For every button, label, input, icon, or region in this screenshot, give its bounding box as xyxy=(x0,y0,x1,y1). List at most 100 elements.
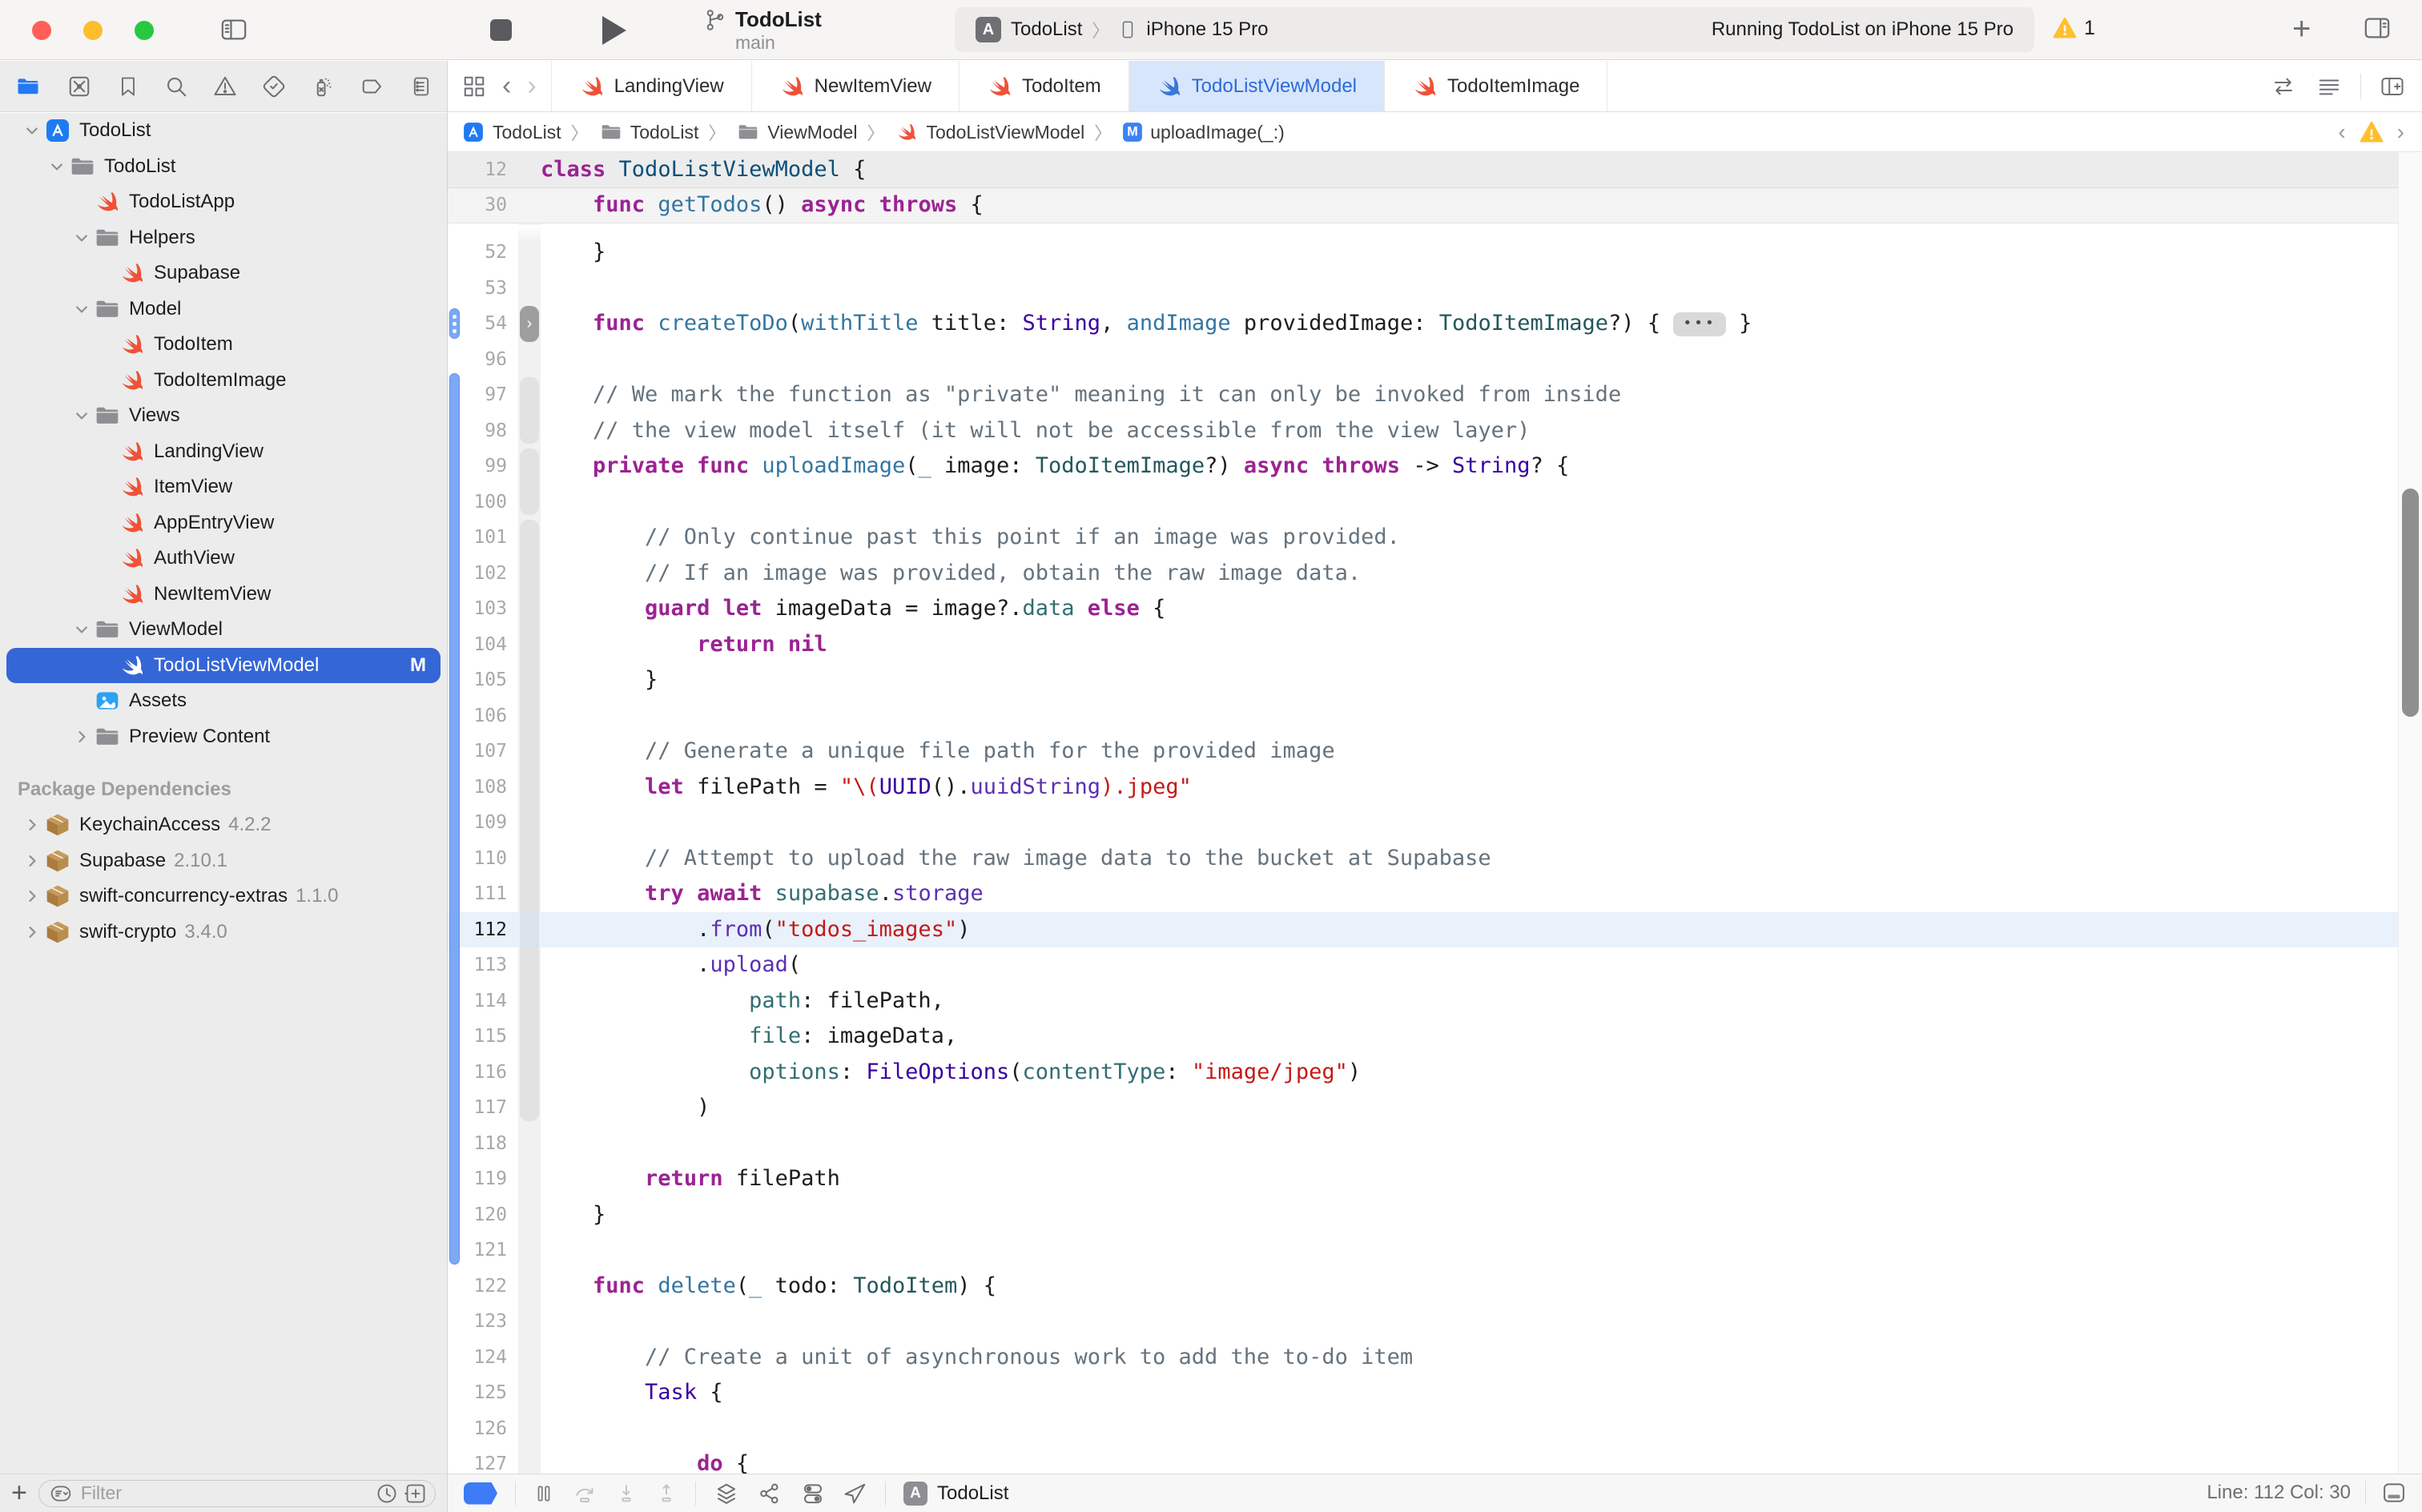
package-item-supabase[interactable]: Supabase 2.10.1 xyxy=(0,843,447,879)
breadcrumb-segment[interactable]: TodoListViewModel xyxy=(894,119,1084,145)
warning-badge[interactable]: 1 xyxy=(2052,16,2095,40)
tab-newitemview[interactable]: NewItemView xyxy=(752,61,960,111)
code-line-100[interactable]: 100 xyxy=(448,485,2398,521)
source-control-summary[interactable]: TodoList main xyxy=(703,6,822,53)
sidebar-item-supabase[interactable]: Supabase xyxy=(0,255,447,292)
code-line-122[interactable]: 122 func delete(_ todo: TodoItem) { xyxy=(448,1269,2398,1305)
scheme-app-name[interactable]: TodoList xyxy=(1011,18,1082,41)
breadcrumb-segment[interactable]: ViewModel xyxy=(735,119,857,145)
sidebar-item-todolistapp[interactable]: TodoListApp xyxy=(0,184,447,220)
disclosure-open-icon[interactable] xyxy=(69,408,94,424)
code-line-102[interactable]: 102 // If an image was provided, obtain … xyxy=(448,556,2398,592)
traffic-light-close[interactable] xyxy=(32,21,51,40)
sidebar-item-viewmodel[interactable]: ViewModel xyxy=(0,612,447,648)
source-control-navigator-icon[interactable] xyxy=(66,74,92,99)
code-line-54[interactable]: 54 func createToDo(withTitle title: Stri… xyxy=(448,306,2398,342)
code-line-112[interactable]: 112 .from("todos_images") xyxy=(448,912,2398,948)
code-line-124[interactable]: 124 // Create a unit of asynchronous wor… xyxy=(448,1340,2398,1376)
code-line-108[interactable]: 108 let filePath = "\(UUID().uuidString)… xyxy=(448,770,2398,806)
add-button[interactable]: + xyxy=(11,1478,27,1509)
package-item-swift-concurrency-extras[interactable]: swift-concurrency-extras 1.1.0 xyxy=(0,879,447,915)
code-line-105[interactable]: 105 } xyxy=(448,662,2398,698)
code-review-icon[interactable] xyxy=(2269,74,2298,99)
bookmarks-navigator-icon[interactable] xyxy=(117,74,139,99)
sidebar-item-newitemview[interactable]: NewItemView xyxy=(0,577,447,613)
source-editor[interactable]: 52 } 53 54 func createToDo(withTitle tit… xyxy=(448,152,2422,1474)
pause-icon[interactable] xyxy=(533,1482,554,1506)
code-line-118[interactable]: 118 xyxy=(448,1126,2398,1162)
code-line-110[interactable]: 110 // Attempt to upload the raw image d… xyxy=(448,841,2398,877)
code-line-104[interactable]: 104 return nil xyxy=(448,627,2398,663)
line-number[interactable]: 123 xyxy=(448,1311,518,1332)
environment-overrides-icon[interactable] xyxy=(800,1482,826,1506)
code-line-103[interactable]: 103 guard let imageData = image?.data el… xyxy=(448,591,2398,627)
package-item-swift-crypto[interactable]: swift-crypto 3.4.0 xyxy=(0,915,447,951)
line-number[interactable]: 127 xyxy=(448,1454,518,1474)
stop-button[interactable] xyxy=(490,19,512,41)
filter-input[interactable]: Filter xyxy=(38,1480,436,1507)
tab-landingview[interactable]: LandingView xyxy=(552,61,752,111)
related-items-icon[interactable] xyxy=(462,74,486,99)
breadcrumb-segment[interactable]: TodoList xyxy=(461,119,561,145)
tests-navigator-icon[interactable] xyxy=(262,74,286,99)
code-line-106[interactable]: 106 xyxy=(448,698,2398,734)
line-number[interactable]: 125 xyxy=(448,1382,518,1403)
disclosure-closed-icon[interactable] xyxy=(19,817,44,833)
line-number[interactable]: 12 xyxy=(448,159,518,180)
inspector-toggle-icon[interactable] xyxy=(2361,14,2393,42)
change-bar[interactable] xyxy=(449,308,460,339)
code-fold-chip[interactable]: ••• xyxy=(1673,312,1726,336)
back-button[interactable]: ‹ xyxy=(502,70,511,102)
line-number[interactable]: 122 xyxy=(448,1276,518,1297)
sidebar-item-todolist[interactable]: TodoList xyxy=(0,149,447,185)
breakpoints-toggle[interactable] xyxy=(464,1482,497,1505)
adjust-editor-icon[interactable] xyxy=(2315,74,2343,99)
sidebar-item-views[interactable]: Views xyxy=(0,398,447,434)
disclosure-closed-icon[interactable] xyxy=(19,888,44,904)
code-line-119[interactable]: 119 return filePath xyxy=(448,1161,2398,1197)
line-number[interactable]: 124 xyxy=(448,1347,518,1368)
code-line-120[interactable]: 120 } xyxy=(448,1197,2398,1233)
editor-scrollbar[interactable] xyxy=(2398,152,2422,1474)
code-line-121[interactable]: 121 xyxy=(448,1233,2398,1269)
sidebar-toggle-icon[interactable] xyxy=(218,16,250,43)
code-line-117[interactable]: 117 ) xyxy=(448,1090,2398,1126)
prev-issue-icon[interactable]: ‹ xyxy=(2338,119,2345,145)
next-issue-icon[interactable]: › xyxy=(2397,119,2404,145)
sidebar-item-todoitemimage[interactable]: TodoItemImage xyxy=(0,363,447,399)
sidebar-item-todoitem[interactable]: TodoItem xyxy=(0,327,447,363)
scrollbar-thumb[interactable] xyxy=(2402,489,2419,717)
disclosure-open-icon[interactable] xyxy=(44,159,69,175)
recent-icon[interactable] xyxy=(376,1482,398,1505)
sidebar-item-preview-content[interactable]: Preview Content xyxy=(0,719,447,755)
traffic-light-minimize[interactable] xyxy=(83,21,103,40)
code-line-97[interactable]: 97 // We mark the function as "private" … xyxy=(448,377,2398,413)
breakpoints-navigator-icon[interactable] xyxy=(360,74,385,99)
code-line-114[interactable]: 114 path: filePath, xyxy=(448,983,2398,1019)
add-editor-icon[interactable] xyxy=(2379,74,2406,99)
sidebar-item-itemview[interactable]: ItemView xyxy=(0,469,447,505)
debug-process[interactable]: A TodoList xyxy=(903,1482,1008,1506)
sidebar-item-appentryview[interactable]: AppEntryView xyxy=(0,505,447,541)
code-line-98[interactable]: 98 // the view model itself (it will not… xyxy=(448,413,2398,449)
sidebar-item-helpers[interactable]: Helpers xyxy=(0,220,447,256)
code-line-96[interactable]: 96 xyxy=(448,342,2398,378)
code-line-30[interactable]: 30 func getTodos() async throws { xyxy=(448,188,2422,224)
code-line-123[interactable]: 123 xyxy=(448,1304,2398,1340)
run-button[interactable] xyxy=(602,16,626,45)
disclosure-open-icon[interactable] xyxy=(69,621,94,637)
code-line-115[interactable]: 115 file: imageData, xyxy=(448,1019,2398,1055)
line-number[interactable]: 53 xyxy=(448,278,518,299)
code-line-101[interactable]: 101 // Only continue past this point if … xyxy=(448,520,2398,556)
project-navigator-icon[interactable] xyxy=(14,74,42,99)
traffic-light-zoom[interactable] xyxy=(135,21,154,40)
line-number[interactable]: 126 xyxy=(448,1418,518,1439)
disclosure-closed-icon[interactable] xyxy=(69,729,94,745)
editor-mode-icon[interactable] xyxy=(2380,1481,2408,1505)
disclosure-closed-icon[interactable] xyxy=(19,853,44,869)
sidebar-item-landingview[interactable]: LandingView xyxy=(0,434,447,470)
sidebar-item-todolist[interactable]: TodoList xyxy=(0,113,447,149)
scheme-selector[interactable]: A TodoList 〉 iPhone 15 Pro Running TodoL… xyxy=(955,7,2034,52)
view-hierarchy-icon[interactable] xyxy=(714,1482,739,1506)
memory-graph-icon[interactable] xyxy=(757,1482,783,1506)
